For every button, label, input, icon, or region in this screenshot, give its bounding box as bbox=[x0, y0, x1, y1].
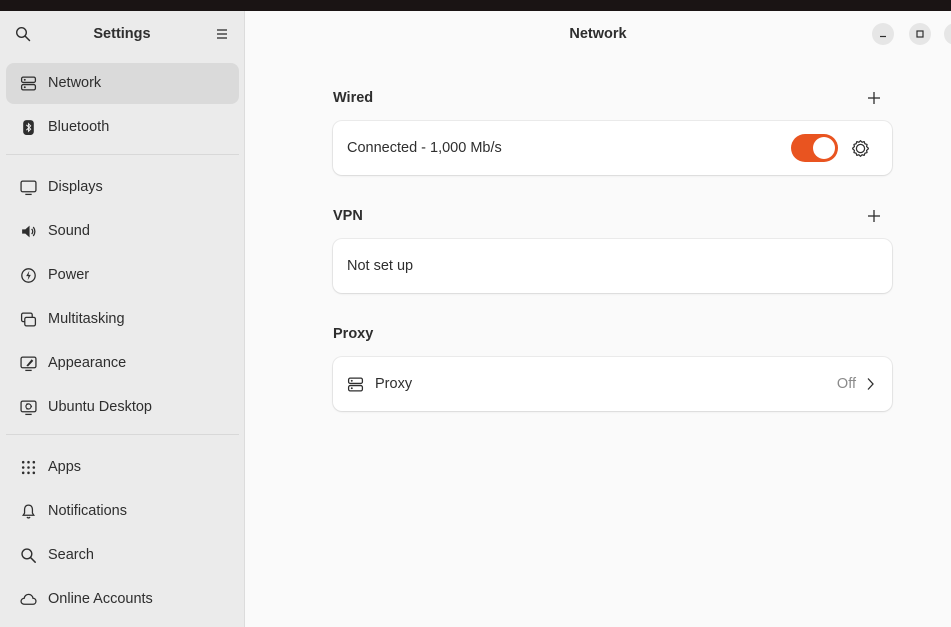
apps-grid-icon bbox=[20, 459, 37, 476]
main-panel: Network Wired Connected - 1,000 Mb/s VPN… bbox=[245, 11, 951, 627]
wired-heading: Wired bbox=[333, 90, 374, 106]
chevron-right-icon bbox=[865, 377, 875, 391]
add-wired-button[interactable] bbox=[867, 91, 881, 105]
proxy-label: Proxy bbox=[375, 376, 413, 392]
toggle-knob bbox=[813, 137, 835, 159]
sidebar-item-appearance[interactable]: Appearance bbox=[6, 343, 239, 384]
search-icon bbox=[20, 547, 37, 564]
vpn-heading: VPN bbox=[333, 208, 363, 224]
add-vpn-button[interactable] bbox=[867, 209, 881, 223]
sidebar-item-label: Displays bbox=[48, 179, 103, 195]
top-bar bbox=[0, 0, 951, 11]
sidebar-item-label: Notifications bbox=[48, 503, 127, 519]
proxy-heading: Proxy bbox=[333, 326, 374, 342]
maximize-icon bbox=[916, 30, 924, 38]
sidebar-item-notifications[interactable]: Notifications bbox=[6, 491, 239, 532]
wired-status: Connected - 1,000 Mb/s bbox=[347, 140, 502, 156]
sidebar-item-label: Ubuntu Desktop bbox=[48, 399, 152, 415]
bluetooth-icon bbox=[20, 119, 37, 136]
power-icon bbox=[20, 267, 37, 284]
ubuntu-desktop-icon bbox=[20, 399, 37, 416]
cloud-icon bbox=[20, 591, 37, 608]
sidebar-item-label: Bluetooth bbox=[48, 119, 110, 135]
sidebar-title: Settings bbox=[93, 26, 151, 42]
network-icon bbox=[20, 75, 37, 92]
wired-settings-button[interactable] bbox=[851, 139, 870, 158]
multitasking-icon bbox=[20, 311, 37, 328]
gear-icon bbox=[852, 140, 869, 157]
sidebar-separator bbox=[6, 434, 239, 435]
plus-icon bbox=[868, 210, 880, 222]
vpn-status: Not set up bbox=[347, 258, 414, 274]
sidebar-item-bluetooth[interactable]: Bluetooth bbox=[6, 107, 239, 148]
sidebar-list: Network Bluetooth Displays Sound Power M… bbox=[6, 63, 239, 623]
sidebar-item-label: Network bbox=[48, 75, 102, 91]
bell-icon bbox=[20, 503, 37, 520]
maximize-button[interactable] bbox=[909, 23, 931, 45]
sidebar-item-label: Multitasking bbox=[48, 311, 125, 327]
minimize-icon bbox=[880, 35, 886, 38]
sidebar-item-label: Appearance bbox=[48, 355, 127, 371]
speaker-icon bbox=[20, 223, 37, 240]
proxy-value: Off bbox=[836, 376, 856, 392]
sidebar-item-ubuntu-desktop[interactable]: Ubuntu Desktop bbox=[6, 387, 239, 428]
proxy-row[interactable]: Proxy Off bbox=[333, 357, 892, 411]
sidebar-item-apps[interactable]: Apps bbox=[6, 447, 239, 488]
sidebar-item-label: Online Accounts bbox=[48, 591, 153, 607]
wired-toggle[interactable] bbox=[791, 134, 838, 162]
sidebar-item-power[interactable]: Power bbox=[6, 255, 239, 296]
sidebar-item-label: Apps bbox=[48, 459, 82, 475]
sidebar-separator bbox=[6, 154, 239, 155]
vpn-card: Not set up bbox=[333, 239, 892, 293]
settings-window: Settings Network Bluetooth Displays Soun… bbox=[0, 11, 951, 627]
sidebar-item-label: Search bbox=[48, 547, 94, 563]
network-icon bbox=[347, 376, 364, 393]
sidebar-item-multitasking[interactable]: Multitasking bbox=[6, 299, 239, 340]
appearance-icon bbox=[20, 355, 37, 372]
page-title: Network bbox=[569, 26, 627, 42]
wired-card: Connected - 1,000 Mb/s bbox=[333, 121, 892, 175]
sidebar-item-displays[interactable]: Displays bbox=[6, 167, 239, 208]
sidebar-item-label: Power bbox=[48, 267, 90, 283]
display-icon bbox=[20, 179, 37, 196]
sidebar: Settings Network Bluetooth Displays Soun… bbox=[0, 11, 245, 627]
sidebar-item-online-accounts[interactable]: Online Accounts bbox=[6, 579, 239, 620]
minimize-button[interactable] bbox=[872, 23, 894, 45]
sidebar-item-sound[interactable]: Sound bbox=[6, 211, 239, 252]
sidebar-item-network[interactable]: Network bbox=[6, 63, 239, 104]
sidebar-item-search[interactable]: Search bbox=[6, 535, 239, 576]
hamburger-menu-icon[interactable] bbox=[214, 26, 230, 42]
sidebar-item-label: Sound bbox=[48, 223, 90, 239]
sidebar-header: Settings bbox=[0, 11, 244, 57]
plus-icon bbox=[868, 92, 880, 104]
